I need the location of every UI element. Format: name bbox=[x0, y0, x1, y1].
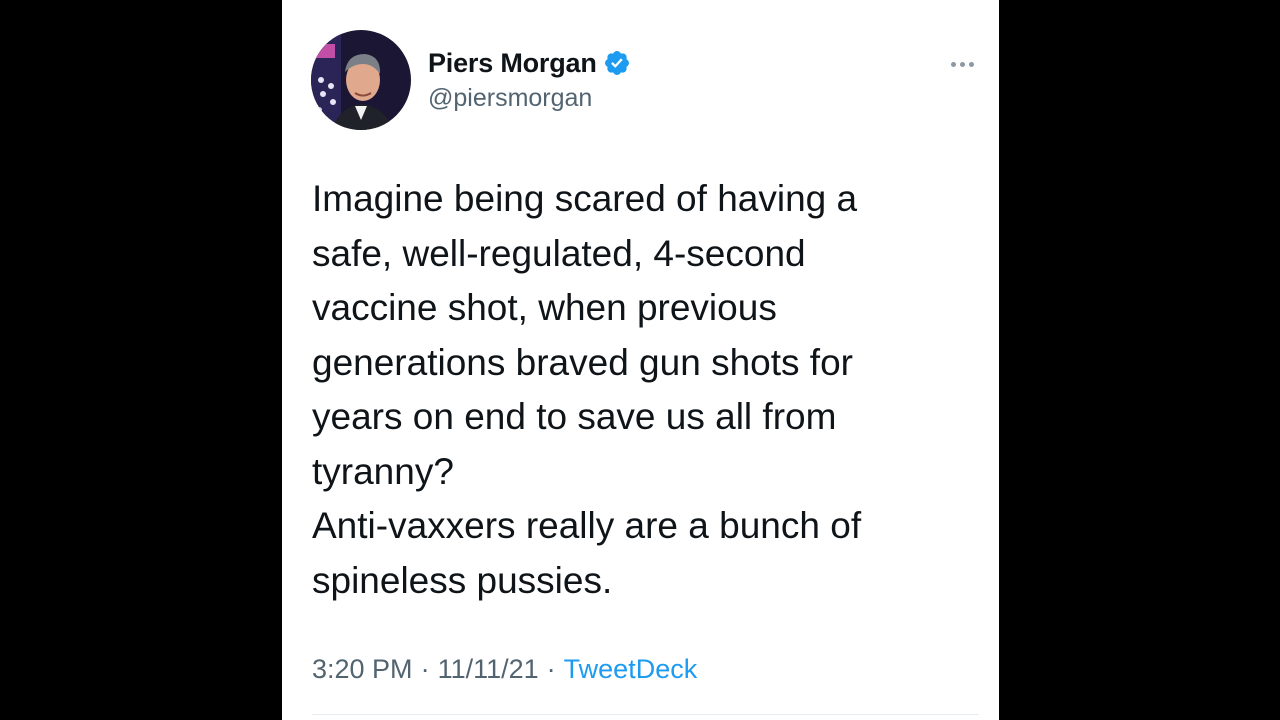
author-display-name[interactable]: Piers Morgan bbox=[428, 48, 597, 79]
tweet-text: Imagine being scared of having a safe, w… bbox=[312, 178, 862, 601]
tweet-metadata: 3:20 PM · 11/11/21 · TweetDeck bbox=[312, 654, 697, 685]
tweet-source-link[interactable]: TweetDeck bbox=[564, 654, 698, 685]
separator: · bbox=[546, 654, 556, 684]
author-avatar[interactable] bbox=[311, 30, 411, 130]
separator: · bbox=[420, 654, 430, 684]
screen: Piers Morgan @piersmorgan Imagine being … bbox=[0, 0, 1280, 720]
dot bbox=[950, 61, 956, 67]
author-name-row: Piers Morgan bbox=[428, 46, 631, 80]
author-handle[interactable]: @piersmorgan bbox=[428, 84, 592, 113]
verified-badge-icon bbox=[603, 49, 631, 77]
divider bbox=[312, 714, 979, 715]
dot bbox=[959, 61, 965, 67]
dot bbox=[968, 61, 974, 67]
avatar-photo-icon bbox=[311, 30, 411, 130]
tweet-card: Piers Morgan @piersmorgan Imagine being … bbox=[282, 0, 999, 720]
tweet-time[interactable]: 3:20 PM bbox=[312, 654, 413, 685]
tweet-date[interactable]: 11/11/21 bbox=[438, 654, 539, 685]
more-options-icon[interactable] bbox=[942, 52, 982, 76]
